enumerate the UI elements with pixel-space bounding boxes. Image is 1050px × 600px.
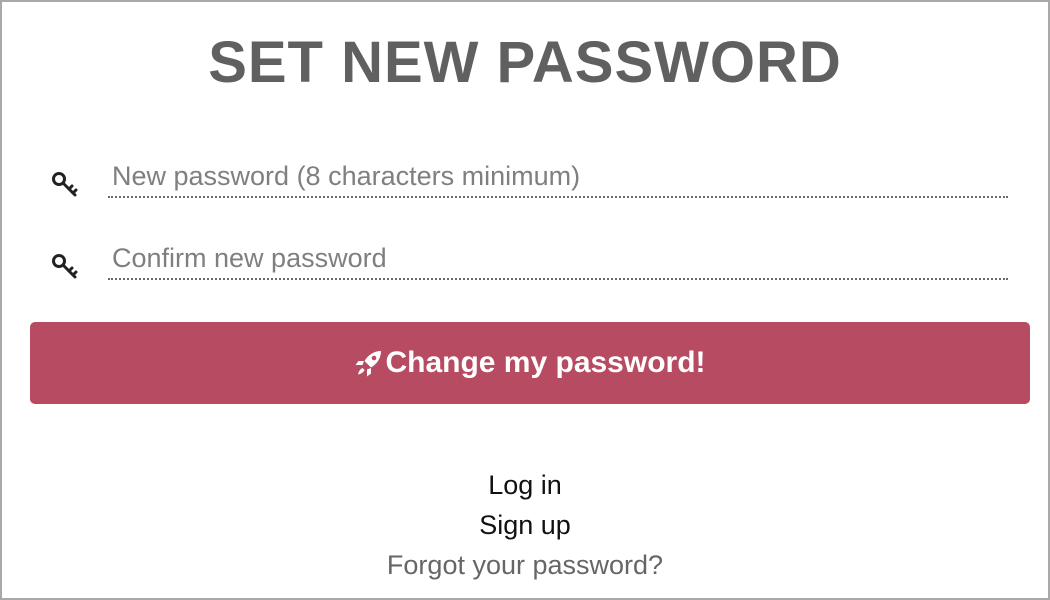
confirm-password-row (50, 238, 1008, 282)
page-title: SET NEW PASSWORD (208, 30, 842, 95)
confirm-password-input[interactable] (108, 238, 1008, 280)
login-link[interactable]: Log in (2, 465, 1048, 505)
change-password-label: Change my password! (385, 346, 706, 379)
new-password-row (50, 156, 1008, 200)
key-icon (52, 172, 78, 197)
signup-link[interactable]: Sign up (2, 505, 1048, 545)
key-icon (52, 254, 78, 279)
change-password-button[interactable]: Change my password! (30, 322, 1030, 404)
password-reset-panel: SET NEW PASSWORD Change my password! Log… (0, 0, 1050, 600)
rocket-icon (355, 351, 382, 377)
forgot-password-link[interactable]: Forgot your password? (2, 545, 1048, 585)
new-password-input[interactable] (108, 156, 1008, 198)
auth-links: Log in Sign up Forgot your password? (2, 465, 1048, 585)
